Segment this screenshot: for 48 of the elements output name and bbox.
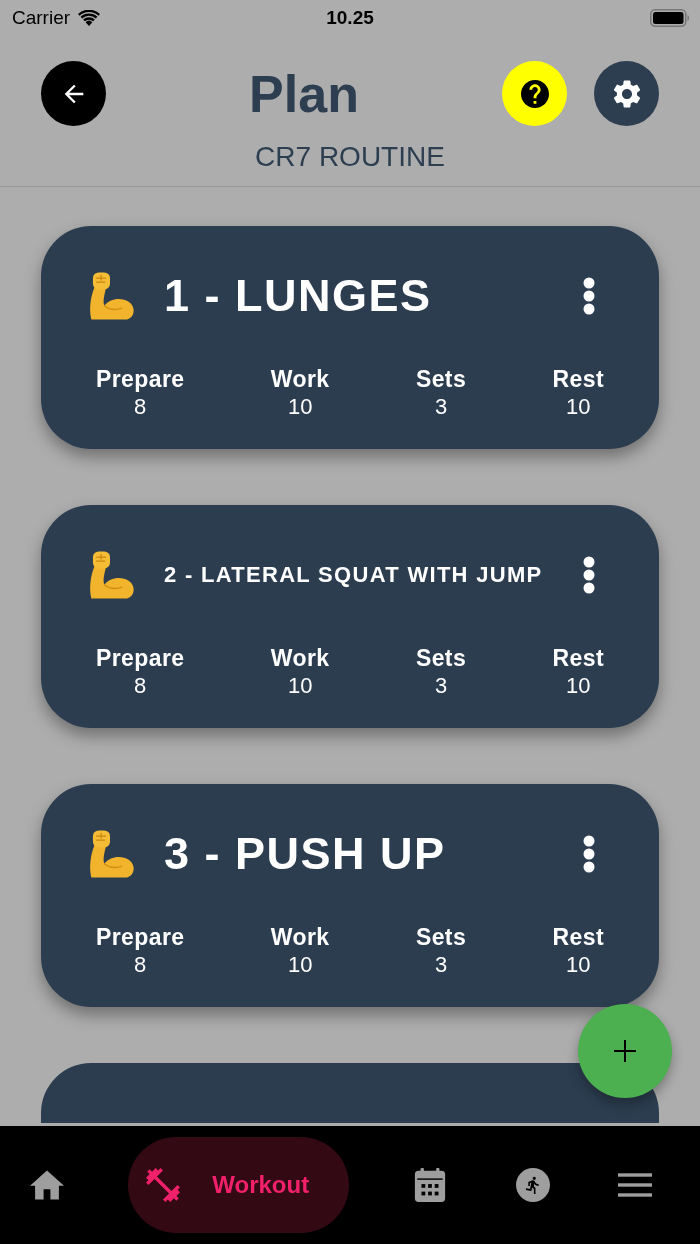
wifi-icon [78, 10, 101, 26]
stat-label: Work [270, 923, 330, 951]
exercise-card[interactable]: 2 - LATERAL SQUAT WITH JUMP Prepare 8 Work 10 Sets 3 Rest 10 [41, 505, 659, 728]
exercise-card[interactable] [41, 1063, 659, 1123]
stat-value: 3 [434, 393, 448, 421]
stat-label: Prepare [96, 644, 185, 672]
stat-value: 8 [134, 393, 147, 421]
routine-name: CR7 ROUTINE [255, 140, 445, 174]
status-time: 10.25 [326, 7, 374, 29]
dumbbell-icon [146, 1168, 181, 1202]
exercise-card[interactable]: 1 - LUNGES Prepare 8 Work 10 Sets 3 Rest 10 [41, 226, 659, 449]
page-title: Plan [249, 63, 359, 124]
stat-value: 3 [434, 951, 448, 979]
stat-label: Rest [552, 365, 604, 393]
stat-value: 10 [566, 672, 591, 700]
stat-value: 10 [566, 393, 591, 421]
exercise-title: 2 - LATERAL SQUAT WITH JUMP [164, 561, 544, 589]
stat-label: Prepare [96, 923, 185, 951]
stat-value: 10 [287, 393, 313, 421]
plus-icon [613, 1039, 637, 1063]
more-options-icon[interactable] [583, 556, 595, 594]
home-icon [30, 1168, 64, 1202]
stat-value: 3 [434, 672, 448, 700]
stat-label: Sets [415, 365, 467, 393]
stat-value: 8 [134, 672, 147, 700]
settings-icon [612, 79, 641, 108]
help-icon [520, 79, 549, 108]
stat-value: 10 [287, 951, 313, 979]
exercise-card[interactable]: 3 - PUSH UP Prepare 8 Work 10 Sets 3 Rest 10 [41, 784, 659, 1007]
stat-label: Sets [415, 644, 467, 672]
calendar-icon [413, 1168, 448, 1202]
more-options-icon[interactable] [583, 277, 595, 315]
more-options-icon[interactable] [583, 835, 595, 873]
stat-value: 10 [287, 672, 313, 700]
stat-label: Rest [552, 923, 604, 951]
stat-label: Prepare [96, 365, 185, 393]
exercise-title: 3 - PUSH UP [164, 827, 447, 881]
runner-icon [515, 1168, 550, 1202]
stat-label: Work [270, 365, 330, 393]
battery-icon [650, 9, 690, 27]
nav-tab[interactable]: Workout [128, 1137, 350, 1233]
stat-value: 8 [134, 951, 147, 979]
carrier-name: Carrier [12, 7, 71, 29]
stat-label: Sets [415, 923, 467, 951]
stat-value: 10 [566, 951, 591, 979]
stat-label: Rest [552, 644, 604, 672]
exercise-title: 1 - LUNGES [164, 269, 433, 323]
stat-label: Work [270, 644, 330, 672]
